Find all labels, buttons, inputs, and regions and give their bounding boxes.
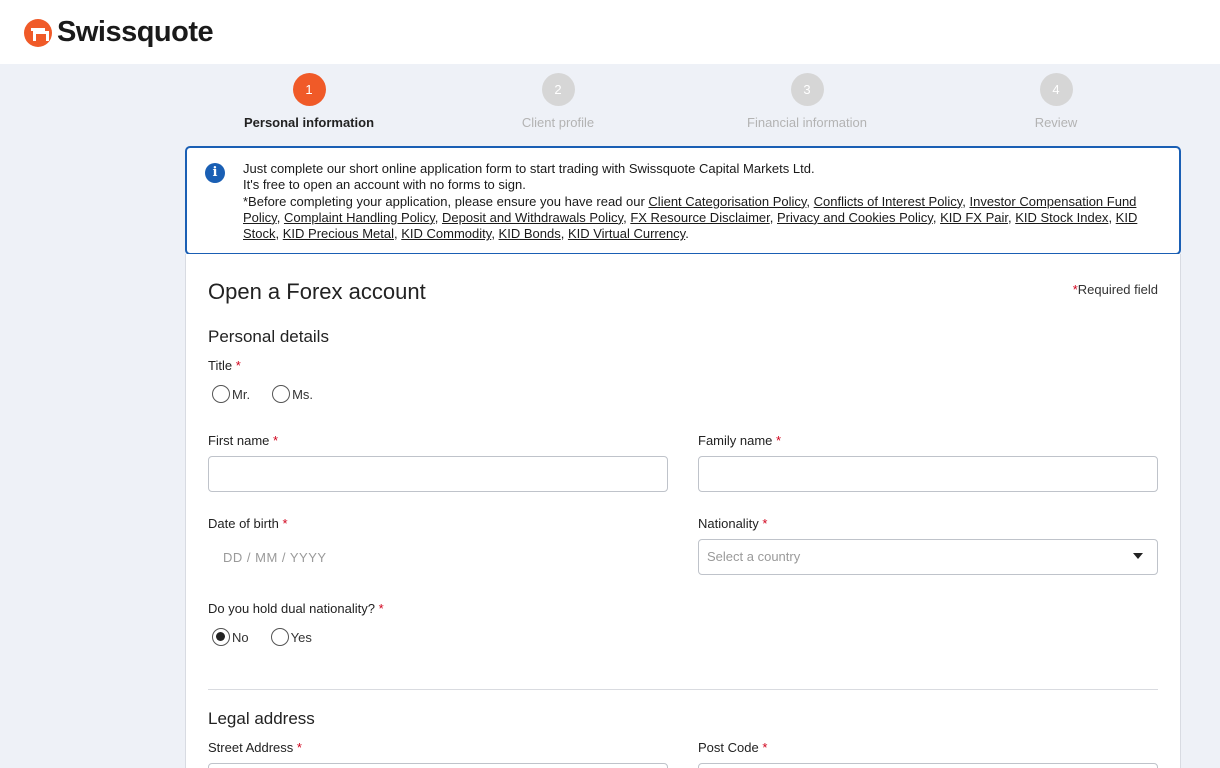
step-client-profile: 2 Client profile bbox=[468, 73, 648, 130]
logo-text: Swissquote bbox=[57, 16, 214, 48]
post-code-label: Post Code * bbox=[698, 740, 768, 755]
info-line-1: Just complete our short online applicati… bbox=[243, 161, 815, 176]
dual-nationality-radio-group: No Yes bbox=[212, 628, 334, 646]
nationality-label: Nationality * bbox=[698, 516, 768, 531]
link-complaint-handling-policy[interactable]: Complaint Handling Policy bbox=[284, 210, 435, 225]
radio-circle-icon[interactable] bbox=[272, 385, 291, 403]
family-name-field[interactable] bbox=[698, 456, 1158, 492]
info-line-3-prefix: *Before completing your application, ple… bbox=[243, 193, 649, 209]
info-icon: i bbox=[205, 163, 225, 183]
link-fx-resource-disclaimer[interactable]: FX Resource Disclaimer bbox=[630, 210, 769, 225]
street-address-field[interactable] bbox=[208, 763, 668, 768]
step-personal-information: 1 Personal information bbox=[219, 73, 399, 130]
step-number: 1 bbox=[292, 73, 326, 106]
step-number: 3 bbox=[790, 73, 824, 106]
title-label: Title * bbox=[208, 358, 241, 373]
link-kid-bonds[interactable]: KID Bonds bbox=[499, 226, 561, 241]
info-line-2: It's free to open an account with no for… bbox=[243, 177, 526, 193]
step-label: Financial information bbox=[747, 115, 867, 130]
radio-circle-icon[interactable] bbox=[212, 385, 230, 403]
family-name-label: Family name * bbox=[698, 433, 782, 448]
title-mr-radio[interactable]: Mr. bbox=[212, 385, 250, 403]
dual-nationality-label: Do you hold dual nationality? * bbox=[208, 601, 384, 616]
step-number: 4 bbox=[1039, 73, 1073, 106]
link-kid-commodity[interactable]: KID Commodity bbox=[401, 226, 491, 241]
dual-nationality-no-radio[interactable]: No bbox=[212, 628, 249, 646]
dual-nationality-yes-radio[interactable]: Yes bbox=[270, 628, 312, 646]
info-text: Just complete our short online applicati… bbox=[243, 161, 1163, 242]
required-field-note: *Required field bbox=[1072, 282, 1158, 297]
link-privacy-and-cookies-policy[interactable]: Privacy and Cookies Policy bbox=[777, 210, 933, 225]
step-label: Review bbox=[1034, 115, 1078, 130]
form-card: Open a Forex account *Required field Per… bbox=[185, 254, 1181, 768]
step-label: Client profile bbox=[521, 115, 595, 130]
first-name-label: First name * bbox=[208, 433, 279, 448]
first-name-field[interactable] bbox=[208, 456, 668, 492]
dob-label: Date of birth * bbox=[208, 516, 288, 531]
step-financial-information: 3 Financial information bbox=[717, 73, 897, 130]
radio-circle-icon[interactable] bbox=[270, 628, 289, 646]
page-title: Open a Forex account bbox=[208, 279, 426, 304]
link-deposit-and-withdrawals-policy[interactable]: Deposit and Withdrawals Policy bbox=[442, 210, 623, 225]
swissquote-logo[interactable]: Swissquote bbox=[24, 16, 214, 49]
title-radio-group: Mr. Ms. bbox=[212, 385, 335, 403]
post-code-field[interactable] bbox=[698, 763, 1158, 768]
section-divider bbox=[208, 689, 1158, 690]
nationality-select[interactable]: Select a country bbox=[698, 539, 1158, 575]
info-banner: i Just complete our short online applica… bbox=[185, 146, 1181, 255]
link-kid-virtual-currency[interactable]: KID Virtual Currency bbox=[568, 226, 685, 241]
caret-down-icon bbox=[1133, 553, 1143, 559]
step-review: 4 Review bbox=[966, 73, 1146, 130]
street-address-label: Street Address * bbox=[208, 740, 302, 755]
link-conflicts-of-interest-policy[interactable]: Conflicts of Interest Policy bbox=[814, 194, 963, 209]
date-of-birth-input[interactable]: DD / MM / YYYY bbox=[223, 550, 327, 565]
section-legal-address: Legal address bbox=[208, 709, 315, 728]
link-kid-stock-index[interactable]: KID Stock Index bbox=[1015, 210, 1108, 225]
link-kid-precious-metal[interactable]: KID Precious Metal bbox=[283, 226, 394, 241]
radio-checked-icon[interactable] bbox=[212, 628, 230, 646]
top-bar: Swissquote bbox=[0, 0, 1220, 64]
step-number: 2 bbox=[541, 73, 575, 106]
section-personal-details: Personal details bbox=[208, 327, 329, 346]
info-line-3: *Before completing your application, ple… bbox=[243, 193, 1138, 242]
step-label: Personal information bbox=[243, 115, 375, 130]
title-ms-radio[interactable]: Ms. bbox=[272, 385, 313, 403]
link-kid-fx-pair[interactable]: KID FX Pair bbox=[940, 210, 1008, 225]
link-client-categorisation-policy[interactable]: Client Categorisation Policy bbox=[648, 194, 806, 209]
logo-icon bbox=[24, 18, 52, 47]
